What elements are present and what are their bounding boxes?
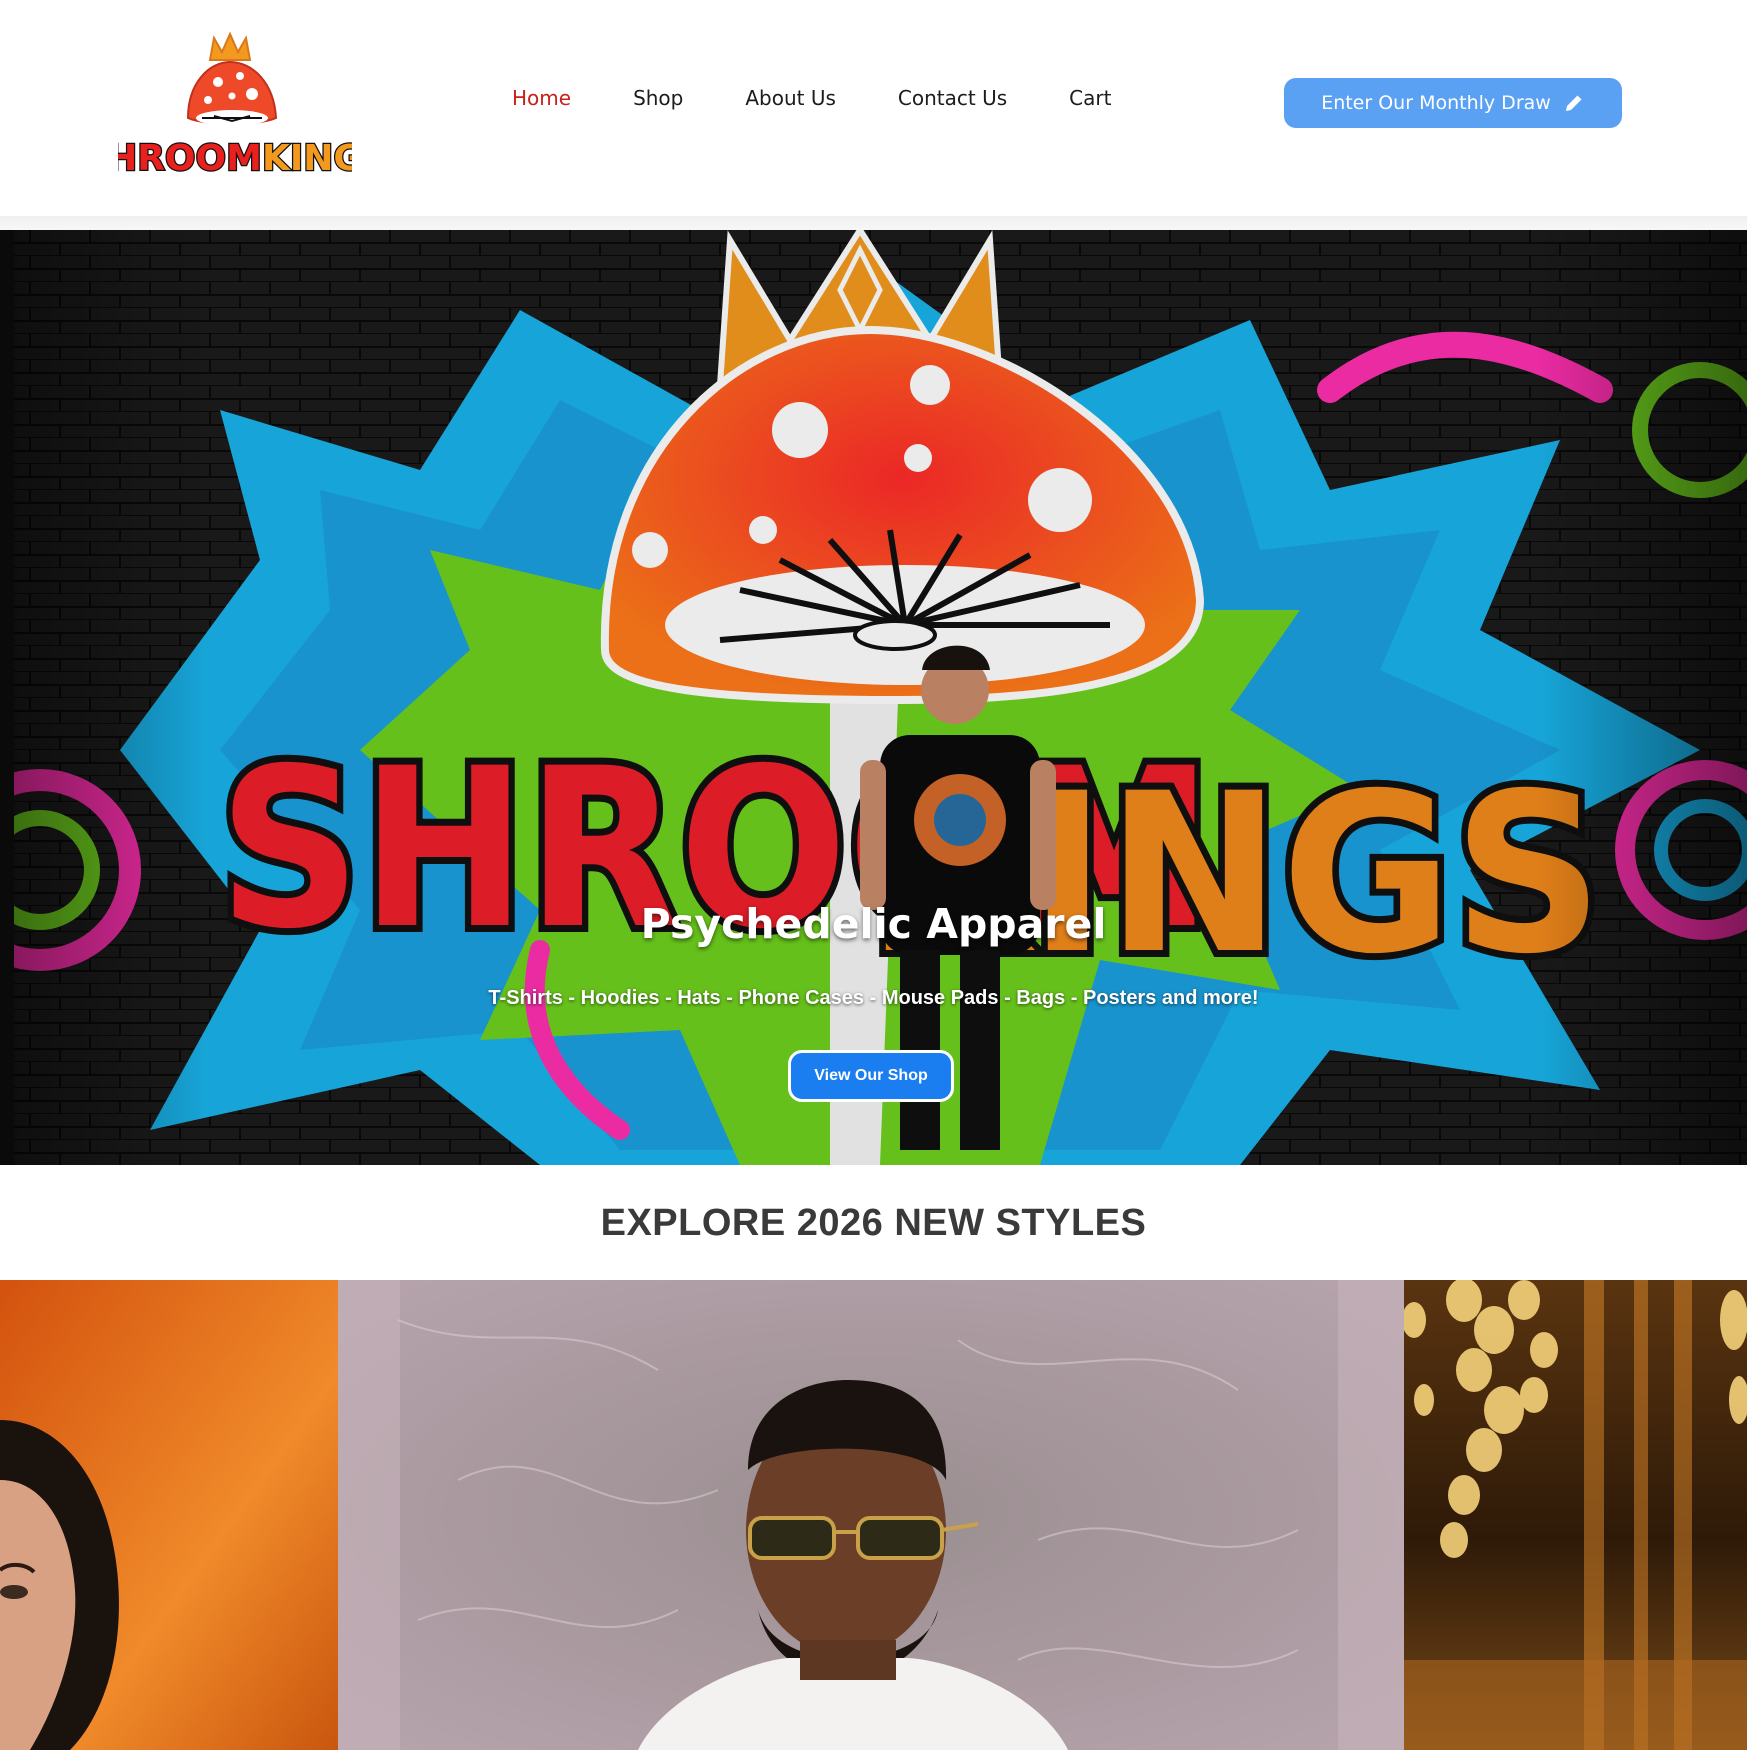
carousel-slide-center[interactable] (338, 1280, 1404, 1750)
hero-left-border (0, 230, 14, 1165)
main-nav: Home Shop About Us Contact Us Cart (512, 86, 1173, 110)
svg-text:SHROOMKINGS: SHROOMKINGS (118, 138, 352, 176)
hero-title: Psychedelic Apparel (640, 900, 1107, 948)
nav-cart[interactable]: Cart (1069, 86, 1111, 110)
view-shop-button[interactable]: View Our Shop (788, 1050, 954, 1102)
nav-shop[interactable]: Shop (633, 86, 683, 110)
explore-heading: EXPLORE 2026 NEW STYLES (600, 1202, 1147, 1244)
explore-section: EXPLORE 2026 NEW STYLES (0, 1165, 1747, 1280)
monthly-draw-label: Enter Our Monthly Draw (1321, 92, 1551, 114)
site-header: SHROOMKINGS Home Shop About Us Contact U… (0, 0, 1747, 216)
nav-contact-us[interactable]: Contact Us (898, 86, 1007, 110)
nav-about-us[interactable]: About Us (745, 86, 836, 110)
shroomkings-logo[interactable]: SHROOMKINGS (80, 30, 390, 180)
carousel-slide-right[interactable] (1404, 1280, 1747, 1750)
styles-carousel (0, 1280, 1747, 1750)
hero-subtitle: T-Shirts - Hoodies - Hats - Phone Cases … (488, 987, 1259, 1009)
header-divider (0, 216, 1747, 230)
hero-mural-image: SHROOM KINGS (0, 230, 1747, 1165)
carousel-slide-left[interactable] (0, 1280, 338, 1750)
monthly-draw-button[interactable]: Enter Our Monthly Draw (1284, 78, 1622, 128)
hero-banner: SHROOM KINGS Psychedelic Apparel T-Shirt… (0, 230, 1747, 1165)
nav-home[interactable]: Home (512, 86, 571, 110)
pencil-icon (1563, 92, 1585, 114)
